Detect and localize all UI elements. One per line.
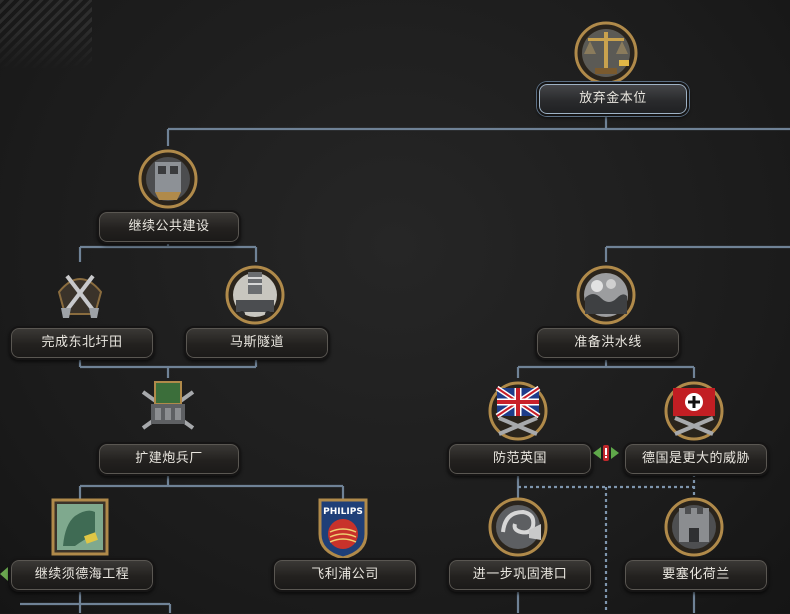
exclusive-icon <box>593 444 619 462</box>
focus-continue-zuiderzee-works[interactable]: 继续须德海工程 <box>9 494 159 614</box>
focus-label: 德国是更大的威胁 <box>623 442 769 476</box>
focus-label: 要塞化荷兰 <box>623 558 769 592</box>
scales-icon <box>571 18 641 88</box>
focus-fortify-netherlands[interactable]: 要塞化荷兰 <box>623 494 773 614</box>
focus-philips[interactable]: PHILIPS 飞利浦公司 <box>272 494 422 614</box>
focus-label: 完成东北圩田 <box>9 326 155 360</box>
focus-label: 马斯隧道 <box>184 326 330 360</box>
naval-mine-icon <box>483 494 553 564</box>
focus-complete-northeast-polder[interactable]: 完成东北圩田 <box>9 262 159 382</box>
focus-germany-bigger-threat[interactable]: 德国是更大的威胁 <box>623 378 773 498</box>
scroll-left-arrow-icon[interactable] <box>0 566 8 581</box>
fortress-icon <box>659 494 729 564</box>
shovels-icon <box>45 262 115 332</box>
svg-text:PHILIPS: PHILIPS <box>323 507 363 517</box>
flood-icon <box>571 262 641 332</box>
focus-prepare-water-line[interactable]: 准备洪水线 <box>535 262 685 382</box>
focus-continue-public-works[interactable]: 继续公共建设 <box>97 146 247 266</box>
focus-label: 放弃金本位 <box>537 82 689 116</box>
focus-expand-artillery-factory[interactable]: 扩建炮兵厂 <box>97 378 247 498</box>
focus-guard-against-britain[interactable]: 防范英国 <box>447 378 597 498</box>
british-flag-icon <box>483 378 553 448</box>
focus-label: 继续公共建设 <box>97 210 241 244</box>
focus-label: 准备洪水线 <box>535 326 681 360</box>
focus-maas-tunnel[interactable]: 马斯隧道 <box>184 262 334 382</box>
focus-abandon-gold-standard[interactable]: 放弃金本位 <box>531 18 689 138</box>
focus-label: 进一步巩固港口 <box>447 558 593 592</box>
focus-further-consolidate-ports[interactable]: 进一步巩固港口 <box>447 494 597 614</box>
focus-label: 飞利浦公司 <box>272 558 418 592</box>
map-icon <box>45 494 115 564</box>
focus-label: 继续须德海工程 <box>9 558 155 592</box>
philips-icon: PHILIPS <box>308 494 378 564</box>
focus-label: 防范英国 <box>447 442 593 476</box>
german-flag-icon <box>659 378 729 448</box>
artillery-factory-icon <box>133 378 203 448</box>
tunnel-icon <box>220 262 290 332</box>
construction-icon <box>133 146 203 216</box>
focus-label: 扩建炮兵厂 <box>97 442 241 476</box>
